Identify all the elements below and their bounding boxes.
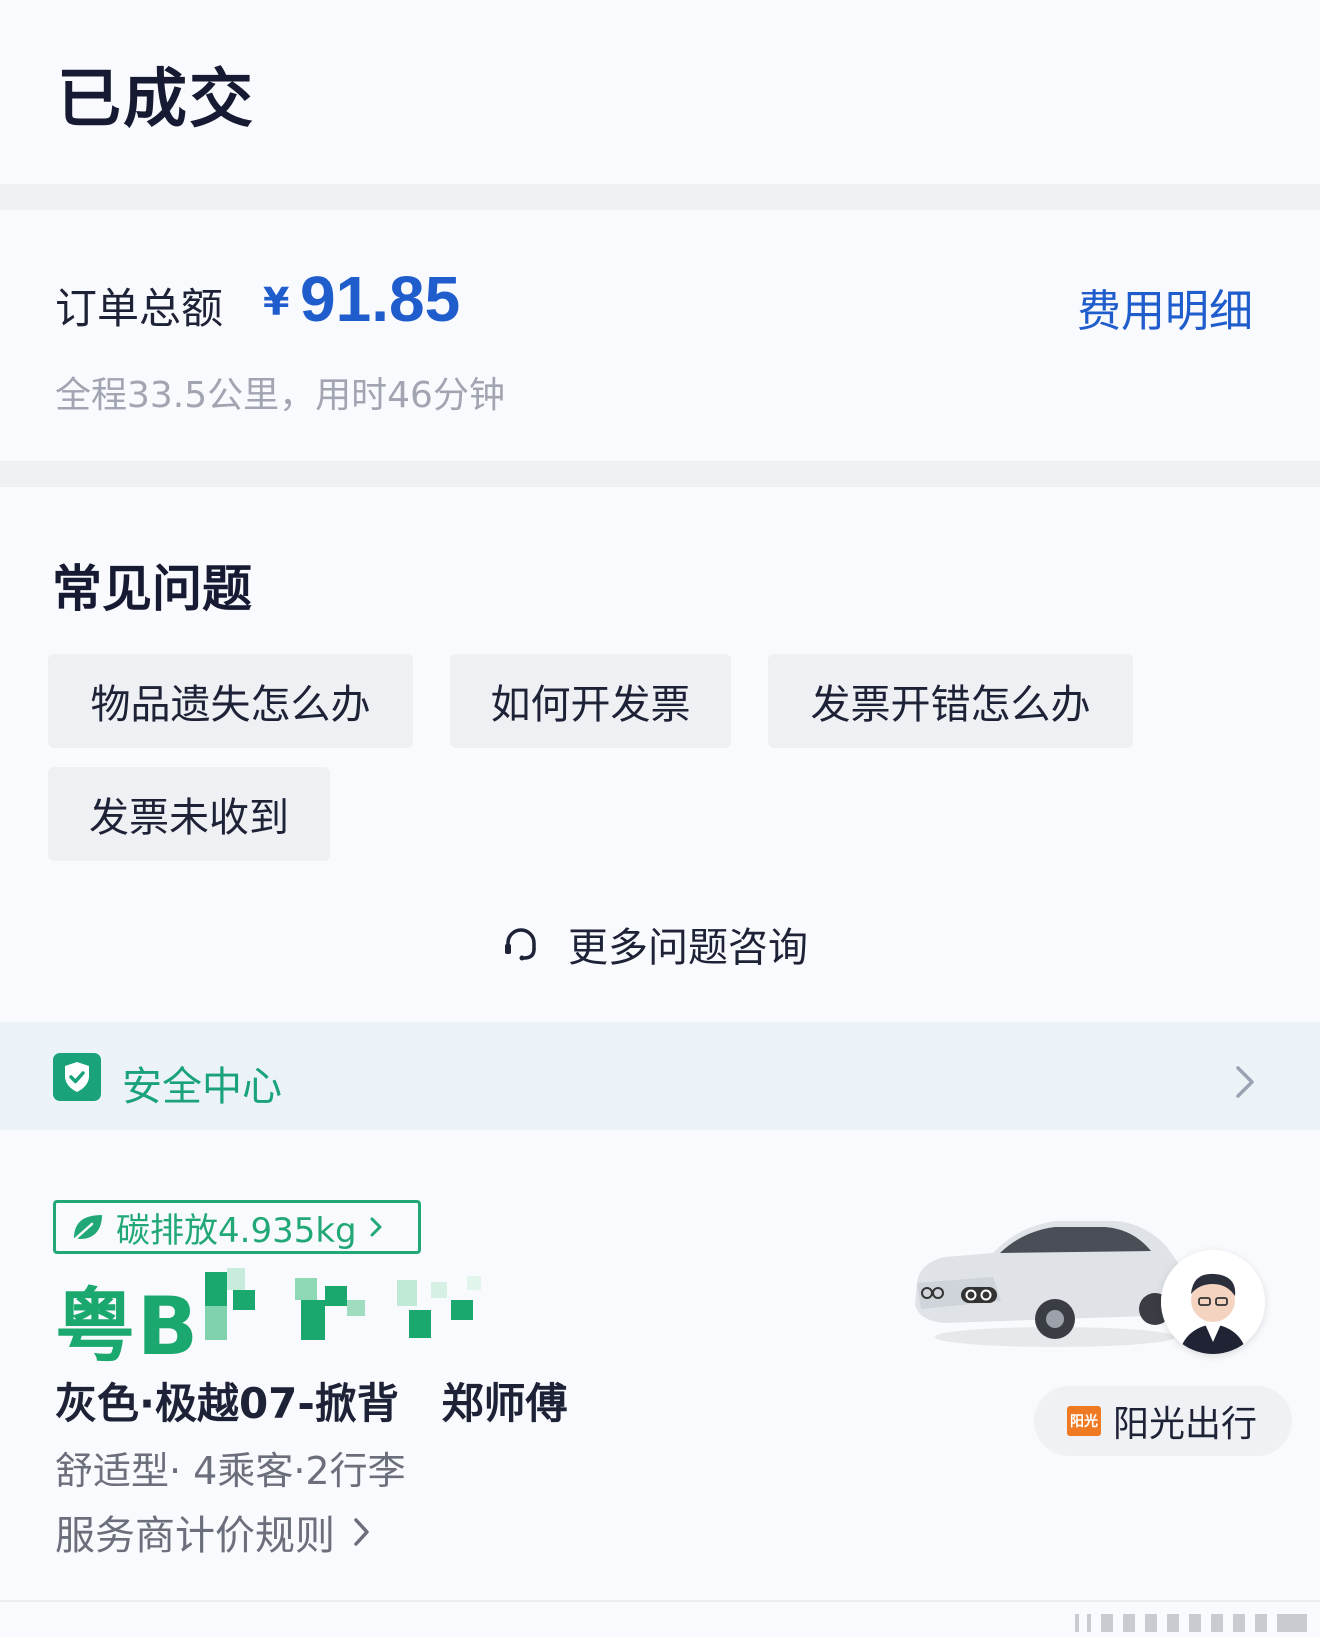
fee-detail-link[interactable]: 费用明细 xyxy=(1077,275,1253,339)
provider-name: 阳光出行 xyxy=(1113,1404,1258,1445)
currency-symbol: ¥ xyxy=(263,280,290,324)
service-provider-badge: 阳光 阳光出行 xyxy=(1034,1386,1292,1456)
shield-icon xyxy=(53,1053,101,1101)
faq-chip-invoice-missing[interactable]: 发票未收到 xyxy=(48,767,330,861)
leaf-icon xyxy=(72,1215,102,1242)
car-model: 灰色·极越07-掀背 xyxy=(55,1379,399,1428)
more-questions-label: 更多问题咨询 xyxy=(568,925,808,971)
section-divider xyxy=(0,461,1320,487)
headset-icon xyxy=(505,928,536,961)
faq-chip-invoice-how[interactable]: 如何开发票 xyxy=(450,654,731,748)
watermark-bars xyxy=(1075,1614,1307,1632)
safety-center-label: 安全中心 xyxy=(122,1064,282,1110)
order-total-label: 订单总额 xyxy=(55,284,224,333)
chevron-right-icon xyxy=(1236,1066,1254,1098)
plate-mosaic-redaction xyxy=(205,1268,481,1340)
carbon-emission-value: 碳排放4.935kg xyxy=(116,1210,357,1251)
chevron-right-icon xyxy=(370,1217,382,1237)
driver-name: 郑师傅 xyxy=(441,1379,568,1428)
driver-avatar xyxy=(1161,1250,1265,1354)
order-total-amount: 91.85 xyxy=(300,263,461,335)
driver-avatar-illustration xyxy=(1161,1250,1265,1354)
pricing-rule-label: 服务商计价规则 xyxy=(55,1513,335,1559)
carbon-emission-badge[interactable]: 碳排放4.935kg xyxy=(53,1200,421,1254)
chevron-right-icon xyxy=(354,1518,369,1546)
car-spec: 舒适型· 4乘客·2行李 xyxy=(55,1449,406,1493)
page-title: 已成交 xyxy=(57,63,255,137)
car-description: 灰色·极越07-掀背 郑师傅 xyxy=(55,1370,567,1431)
car-image xyxy=(915,1221,1183,1347)
section-divider xyxy=(0,184,1320,210)
faq-title: 常见问题 xyxy=(52,560,252,618)
faq-chip-invoice-error[interactable]: 发票开错怎么办 xyxy=(768,654,1133,748)
trip-info: 全程33.5公里，用时46分钟 xyxy=(55,375,505,416)
more-questions-button[interactable]: 更多问题咨询 xyxy=(500,915,808,973)
pricing-rule-link[interactable]: 服务商计价规则 xyxy=(55,1503,371,1561)
bottom-divider xyxy=(0,1600,1320,1602)
faq-chip-lost-item[interactable]: 物品遗失怎么办 xyxy=(48,654,413,748)
license-plate: 粤B xyxy=(55,1280,200,1373)
provider-logo: 阳光 xyxy=(1067,1406,1101,1436)
